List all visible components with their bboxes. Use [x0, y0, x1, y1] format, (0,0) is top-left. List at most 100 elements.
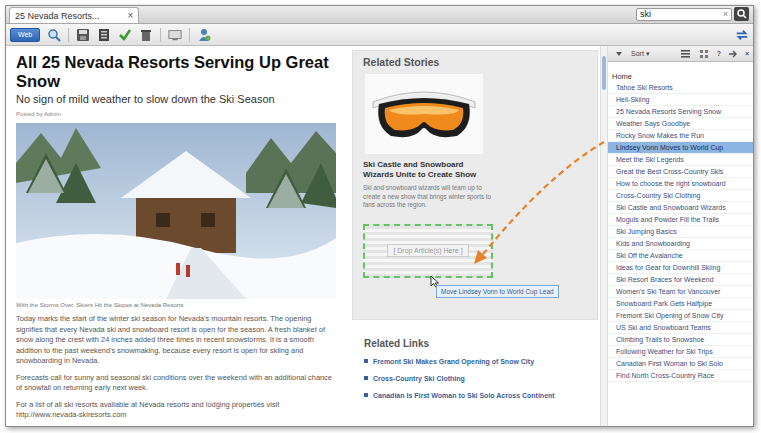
related-link-text[interactable]: Fremont Ski Makes Grand Opening of Snow …: [373, 357, 534, 366]
drag-tooltip: Move Lindsey Vonn to World Cup Lead: [436, 285, 559, 298]
drop-zone[interactable]: [ Drop Article(s) Here ]: [363, 224, 493, 278]
web-view-button[interactable]: Web: [10, 28, 40, 42]
photo-caption: With the Storms Over, Skiers Hit the Slo…: [16, 302, 338, 308]
content-item[interactable]: Moguls and Powder Fill the Trails: [608, 214, 753, 226]
preview-icon[interactable]: [47, 28, 61, 42]
goggles-image: [365, 74, 483, 154]
content-item[interactable]: Tahoe Ski Resorts: [608, 82, 753, 94]
approve-icon[interactable]: [118, 28, 132, 42]
grid-view-icon[interactable]: [700, 50, 709, 58]
grid-view-icon[interactable]: [698, 47, 712, 61]
article-title[interactable]: All 25 Nevada Resorts Serving Up Great S…: [16, 53, 338, 91]
separator: [189, 28, 190, 42]
article-subtitle[interactable]: No sign of mild weather to slow down the…: [16, 92, 338, 106]
content-item[interactable]: Heli-Skiing: [608, 94, 753, 106]
bullet-icon: [364, 393, 368, 397]
related-links: Related LinksFremont Ski Makes Grand Ope…: [352, 320, 598, 408]
sort-menu[interactable]: Sort ▾: [631, 50, 650, 58]
editor-window: 25 Nevada Resorts... × ski × Web All 25 Nevad…: [5, 5, 754, 427]
article-photo: [16, 123, 336, 299]
content-item[interactable]: Great the Best Cross-Country Skis: [608, 166, 753, 178]
search-field[interactable]: ski ×: [636, 8, 732, 21]
content-item[interactable]: Women's Ski Team for Vancouver: [608, 286, 753, 298]
scrollbar-thumb[interactable]: [602, 56, 606, 90]
related-link-text[interactable]: Canadian Is First Woman to Ski Solo Acro…: [373, 391, 555, 400]
search-value: ski: [640, 9, 651, 19]
document-icon[interactable]: [97, 28, 111, 42]
trash-icon[interactable]: [139, 28, 153, 42]
sync-icon[interactable]: [735, 28, 749, 42]
help-button[interactable]: ?: [717, 50, 721, 57]
trash-icon[interactable]: [139, 28, 153, 42]
content-item[interactable]: Cross-Country Ski Clothing: [608, 190, 753, 202]
tab-bar: 25 Nevada Resorts... × ski ×: [6, 6, 753, 24]
related-link[interactable]: Fremont Ski Makes Grand Opening of Snow …: [364, 357, 586, 366]
content-item[interactable]: Weather Says Goodbye: [608, 118, 753, 130]
content-item[interactable]: Lindsey Vonn Moves to World Cup: [608, 142, 753, 154]
pin-icon[interactable]: [728, 50, 737, 58]
content-item[interactable]: Canadian First Woman to Ski Solo: [608, 358, 753, 370]
panel-header: Sort ▾? ×: [608, 46, 753, 62]
content-item[interactable]: Rocky Snow Makes the Run: [608, 130, 753, 142]
users-icon[interactable]: [197, 28, 211, 42]
related-link-text[interactable]: Cross-Country Ski Clothing: [373, 374, 465, 383]
list-view-icon[interactable]: [681, 50, 690, 58]
sync-icon[interactable]: [735, 28, 749, 42]
search-clear[interactable]: ×: [723, 9, 728, 19]
content-item[interactable]: Find North Cross-Country Race: [608, 370, 753, 382]
monitor-icon[interactable]: [168, 28, 182, 42]
content-item[interactable]: Ski Off the Avalanche: [608, 250, 753, 262]
save-icon[interactable]: [76, 28, 90, 42]
content-item[interactable]: Kids and Snowboarding: [608, 238, 753, 250]
article-byline: Posted by Admin: [16, 111, 338, 117]
toolbar: Web: [6, 24, 753, 46]
approve-icon[interactable]: [118, 28, 132, 42]
panel-close[interactable]: ×: [745, 50, 749, 57]
magnifier-icon[interactable]: [737, 9, 747, 19]
related-link[interactable]: Canadian Is First Woman to Ski Solo Acro…: [364, 391, 586, 400]
content-item[interactable]: Meet the Ski Legends: [608, 154, 753, 166]
magnifier-icon[interactable]: [735, 7, 749, 21]
separator: [160, 28, 161, 42]
content-item[interactable]: Fremont Ski Opening of Snow City: [608, 310, 753, 322]
pin-icon[interactable]: [726, 47, 740, 61]
story-summary: Ski and snowboard wizards will team up t…: [363, 184, 493, 210]
dropdown-icon[interactable]: [612, 47, 626, 61]
scrollbar[interactable]: [600, 46, 608, 426]
drop-zone-label: [ Drop Article(s) Here ]: [387, 244, 468, 257]
content-item[interactable]: Climbing Trails to Snowshoe: [608, 334, 753, 346]
users-icon[interactable]: [197, 28, 211, 42]
article-column: All 25 Nevada Resorts Serving Up Great S…: [6, 46, 346, 426]
related-link[interactable]: Cross-Country Ski Clothing: [364, 374, 586, 383]
content-item[interactable]: Ideas for Gear for Downhill Skiing: [608, 262, 753, 274]
content-item[interactable]: Ski Resort Braces for Weekend: [608, 274, 753, 286]
content-item[interactable]: Ski Jumping Basics: [608, 226, 753, 238]
save-icon[interactable]: [76, 28, 90, 42]
tab-close[interactable]: ×: [128, 10, 134, 21]
content-item[interactable]: US Ski and Snowboard Teams: [608, 322, 753, 334]
list-view-icon[interactable]: [679, 47, 693, 61]
content-panel: Sort ▾? × HomeTahoe Ski ResortsHeli-Skiing…: [608, 46, 753, 426]
content-item[interactable]: Snowboard Park Gets Halfpipe: [608, 298, 753, 310]
preview-icon[interactable]: [47, 28, 61, 42]
search-box: ski ×: [636, 7, 749, 21]
search-button[interactable]: [734, 7, 749, 21]
related-stories-heading: Related Stories: [363, 56, 587, 68]
content-item[interactable]: Following Weather for Ski Trips: [608, 346, 753, 358]
article-paragraph[interactable]: Forecasts call for sunny and seasonal sk…: [16, 373, 338, 394]
bullet-icon: [364, 359, 368, 363]
drag-arrow: [6, 6, 754, 427]
article-paragraph[interactable]: Today marks the start of the winter ski …: [16, 314, 338, 367]
tree-root[interactable]: Home: [608, 62, 753, 82]
tab-label: 25 Nevada Resorts...: [15, 11, 100, 21]
content-item[interactable]: 25 Nevada Resorts Serving Snow: [608, 106, 753, 118]
document-tab[interactable]: 25 Nevada Resorts... ×: [9, 7, 139, 23]
story-title[interactable]: Ski Castle and Snowboard Wizards Unite t…: [363, 160, 493, 180]
monitor-icon[interactable]: [168, 28, 182, 42]
content-item[interactable]: Ski Castle and Snowboard Wizards: [608, 202, 753, 214]
article-paragraph[interactable]: For a list of all ski resorts available …: [16, 400, 338, 421]
workspace: All 25 Nevada Resorts Serving Up Great S…: [6, 46, 753, 426]
content-item[interactable]: How to choose the right snowboard: [608, 178, 753, 190]
document-icon[interactable]: [97, 28, 111, 42]
dropdown-icon[interactable]: [615, 50, 623, 58]
